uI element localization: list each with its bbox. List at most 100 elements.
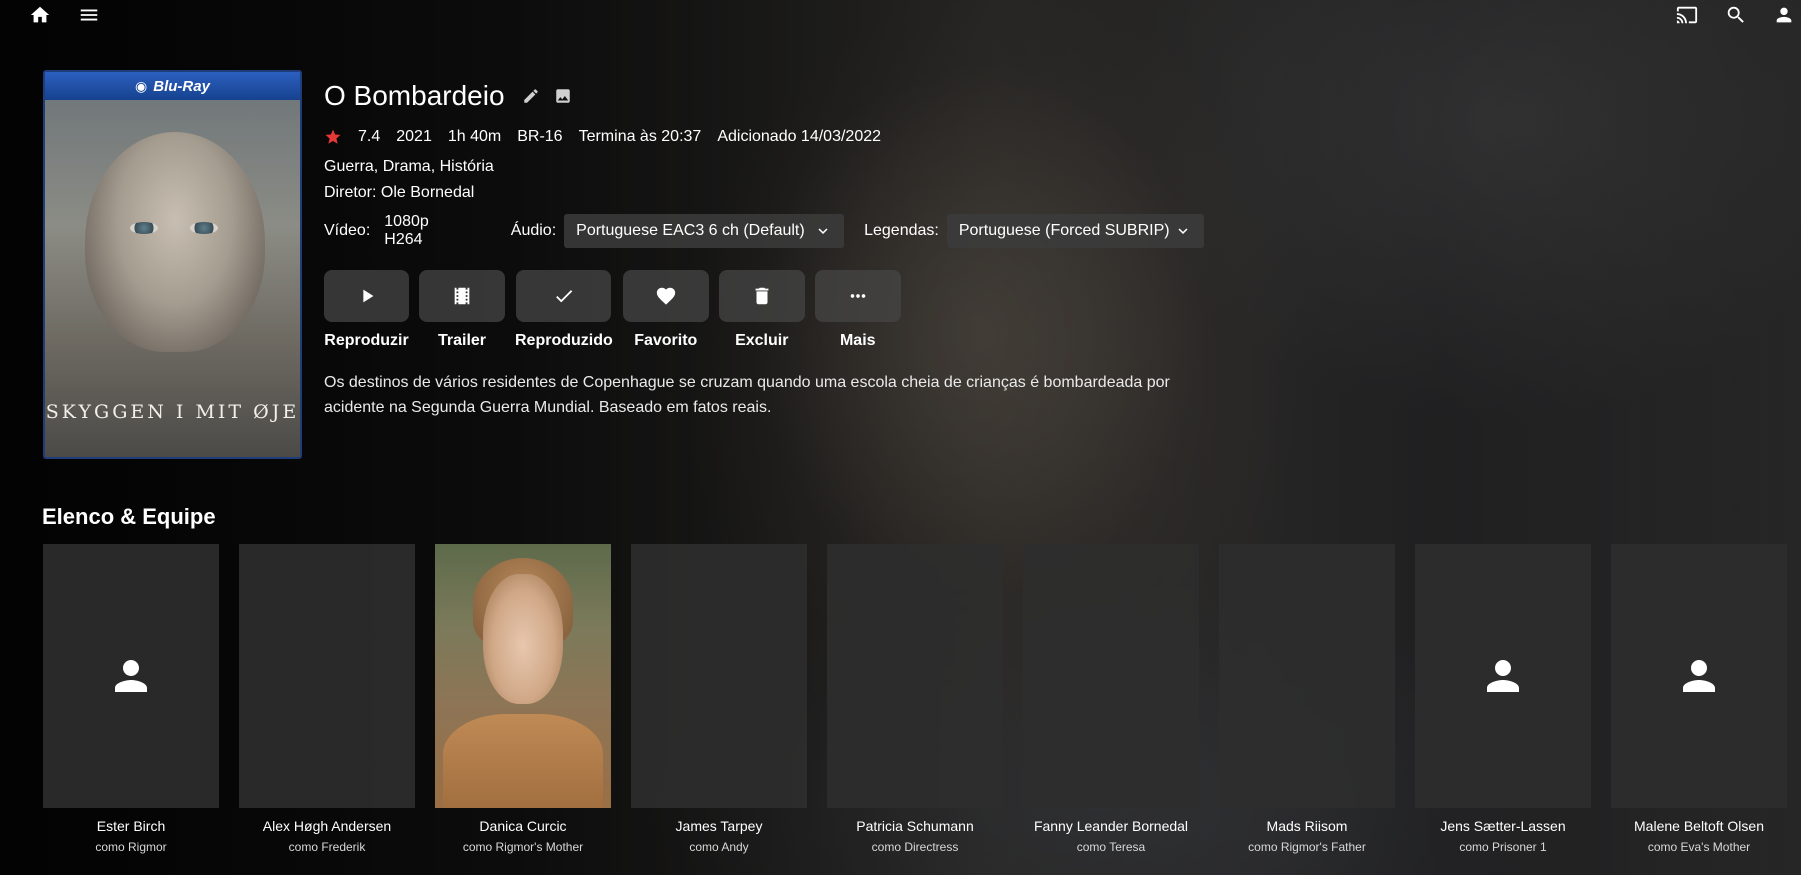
cast-role: como Rigmor's Mother xyxy=(462,840,584,854)
edit-button[interactable] xyxy=(521,86,541,106)
poster-eye-left xyxy=(130,222,158,234)
cast-photo xyxy=(1219,544,1395,808)
subtitles-select[interactable]: Portuguese (Forced SUBRIP) xyxy=(946,214,1204,248)
cast-role: como Rigmor's Father xyxy=(1248,840,1366,854)
played-button[interactable]: Reproduzido xyxy=(515,270,613,350)
director[interactable]: Diretor: Ole Bornedal xyxy=(324,184,1224,202)
user-icon xyxy=(1776,7,1792,23)
cast-card[interactable]: Mads Riisom como Rigmor's Father xyxy=(1219,544,1395,854)
played-label: Reproduzido xyxy=(515,332,613,349)
user-button[interactable] xyxy=(1771,2,1797,28)
poster-eye-right xyxy=(190,222,218,234)
cast-card[interactable]: Ester Birch como Rigmor xyxy=(43,544,219,854)
movie-poster[interactable]: ◉ Blu-Ray SKYGGEN I MIT ØJE xyxy=(43,70,302,459)
portrait-face xyxy=(483,574,563,704)
heart-icon xyxy=(656,287,675,305)
cast-name: Malene Beltoft Olsen xyxy=(1634,818,1764,834)
audio-select-value: Portuguese EAC3 6 ch (Default) xyxy=(576,222,805,239)
home-icon xyxy=(30,6,50,23)
overview: Os destinos de vários residentes de Cope… xyxy=(324,374,1170,416)
runtime: 1h 40m xyxy=(447,128,502,145)
subtitles-label: Legendas: xyxy=(864,222,939,239)
cast-name: Patricia Schumann xyxy=(856,818,974,834)
genres[interactable]: Guerra, Drama, História xyxy=(324,158,1224,176)
video-label: Vídeo: xyxy=(324,222,371,239)
delete-label: Excluir xyxy=(735,332,789,349)
check-icon xyxy=(556,290,573,303)
cast-list: Ester Birch como Rigmor Alex Høgh Anders… xyxy=(43,544,1787,854)
poster-face xyxy=(85,132,265,352)
cast-section-title: Elenco & Equipe xyxy=(42,504,216,529)
cast-photo xyxy=(43,544,219,808)
cast-button[interactable] xyxy=(1674,2,1700,28)
stream-info: Vídeo: 1080p H264 Áudio: Portuguese EAC3… xyxy=(324,213,1224,248)
cast-role: como Frederik xyxy=(288,840,366,854)
play-label: Reproduzir xyxy=(324,332,409,349)
favorite-label: Favorito xyxy=(634,332,698,349)
person-placeholder-icon xyxy=(1683,660,1715,692)
cast-name: Jens Sætter-Lassen xyxy=(1440,818,1566,834)
cast-role: como Prisoner 1 xyxy=(1459,840,1547,854)
audio-select[interactable]: Portuguese EAC3 6 ch (Default) xyxy=(564,214,845,248)
page-title: O Bombardeio xyxy=(324,80,505,111)
cast-name: Ester Birch xyxy=(96,818,166,834)
audio-label: Áudio: xyxy=(510,222,557,239)
cast-card[interactable]: Patricia Schumann como Directress xyxy=(827,544,1003,854)
poster-title: SKYGGEN I MIT ØJE xyxy=(45,401,300,423)
video-value: 1080p H264 xyxy=(384,213,429,248)
bluray-badge: ◉ Blu-Ray xyxy=(45,72,300,100)
cast-card[interactable]: James Tarpey como Andy xyxy=(631,544,807,854)
more-button[interactable]: Mais xyxy=(814,270,901,350)
cast-name: Danica Curcic xyxy=(479,818,567,834)
cast-card[interactable]: Fanny Leander Bornedal como Teresa xyxy=(1023,544,1199,854)
search-icon xyxy=(1727,6,1744,23)
cast-role: como Eva's Mother xyxy=(1647,840,1751,854)
cast-photo xyxy=(1611,544,1787,808)
rating-value: 7.4 xyxy=(358,128,381,145)
chevron-down-icon xyxy=(818,228,828,234)
year: 2021 xyxy=(396,128,432,145)
menu-button[interactable] xyxy=(76,2,102,28)
ends-at: Termina às 20:37 xyxy=(578,128,702,145)
chevron-down-icon xyxy=(1178,228,1188,234)
favorite-button[interactable]: Favorito xyxy=(622,270,709,350)
age-rating: BR-16 xyxy=(517,128,563,145)
cast-photo xyxy=(1415,544,1591,808)
cast-photo xyxy=(239,544,415,808)
trailer-label: Trailer xyxy=(437,332,487,349)
more-icon xyxy=(850,294,866,298)
cast-role: como Andy xyxy=(689,840,749,854)
cast-card[interactable]: Alex Høgh Andersen como Frederik xyxy=(239,544,415,854)
cast-photo xyxy=(435,544,611,808)
trailer-button[interactable]: Trailer xyxy=(419,270,505,350)
play-icon xyxy=(362,289,373,303)
cast-card[interactable]: Jens Sætter-Lassen como Prisoner 1 xyxy=(1415,544,1591,854)
home-button[interactable] xyxy=(27,2,53,28)
cast-name: James Tarpey xyxy=(675,818,763,834)
bluray-disc-icon: ◉ xyxy=(135,77,148,94)
edit-images-button[interactable] xyxy=(553,86,573,106)
portrait-coat xyxy=(443,714,603,808)
cast-role: como Directress xyxy=(871,840,959,854)
meta-row: 7.4 2021 1h 40m BR-16 Termina às 20:37 A… xyxy=(324,128,1224,146)
person-placeholder-icon xyxy=(115,660,147,692)
more-label: Mais xyxy=(839,332,876,349)
cast-role: como Rigmor xyxy=(95,840,167,854)
search-button[interactable] xyxy=(1723,2,1749,28)
delete-button[interactable]: Excluir xyxy=(718,270,805,350)
movie-info: O Bombardeio 7.4 2021 1h 40m BR-16 Termi… xyxy=(324,76,1224,420)
cast-photo xyxy=(1023,544,1199,808)
cast-name: Alex Høgh Andersen xyxy=(262,818,392,834)
menu-icon xyxy=(80,9,98,21)
subtitles-select-value: Portuguese (Forced SUBRIP) xyxy=(958,222,1170,239)
cast-role: como Teresa xyxy=(1076,840,1146,854)
added-date: Adicionado 14/03/2022 xyxy=(717,128,882,145)
person-placeholder-icon xyxy=(1487,660,1519,692)
cast-photo xyxy=(827,544,1003,808)
image-icon xyxy=(555,89,570,103)
cast-card[interactable]: Malene Beltoft Olsen como Eva's Mother xyxy=(1611,544,1787,854)
cast-card[interactable]: Danica Curcic como Rigmor's Mother xyxy=(435,544,611,854)
star-icon xyxy=(324,128,342,146)
play-button[interactable]: Reproduzir xyxy=(324,270,409,350)
trash-icon xyxy=(755,287,769,305)
